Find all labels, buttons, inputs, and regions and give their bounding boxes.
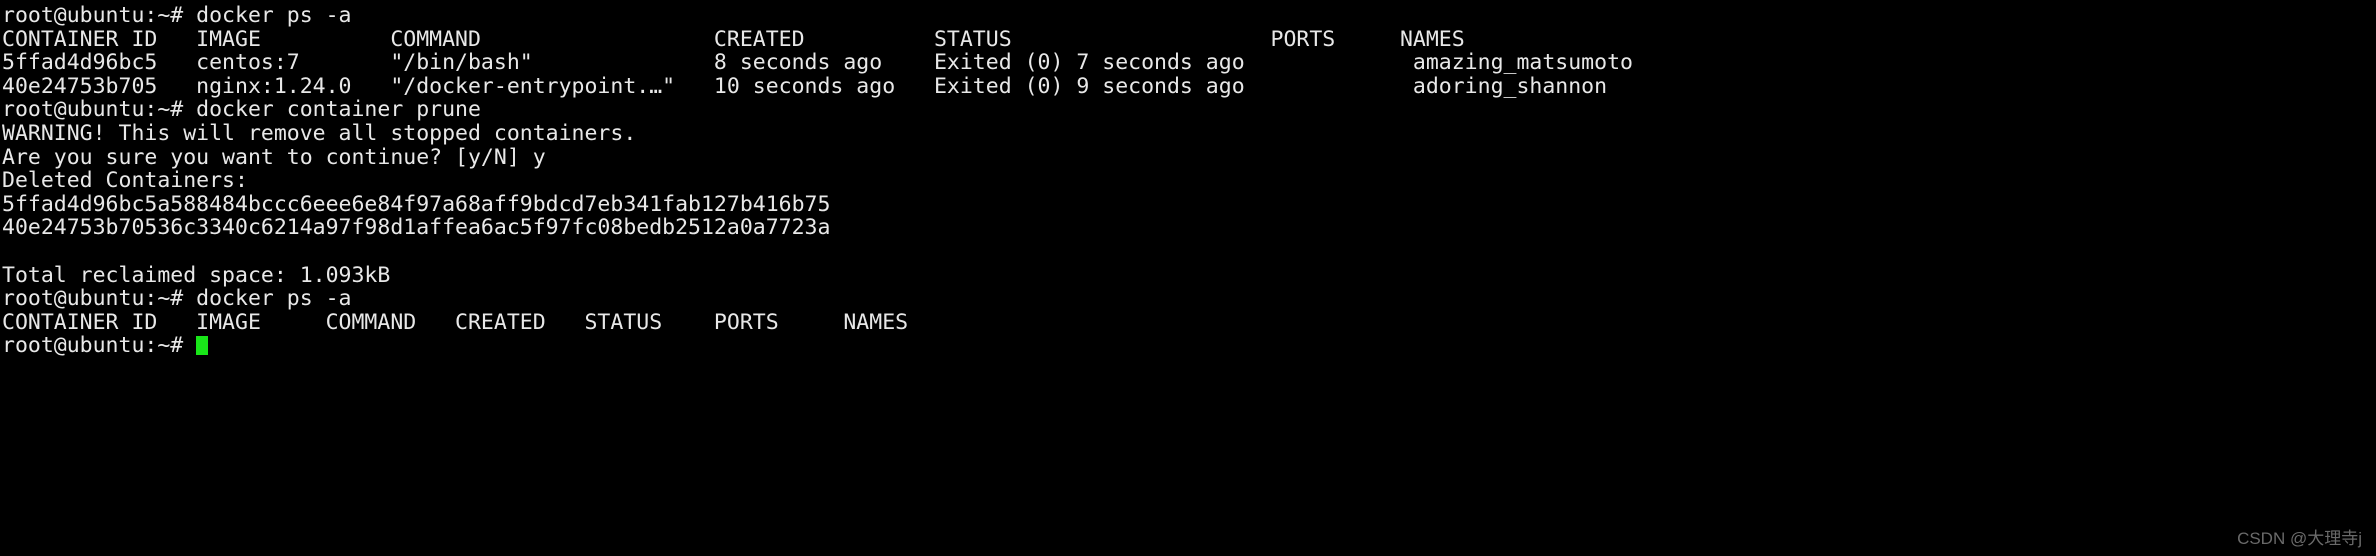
terminal-line-ps-header-1: CONTAINER ID IMAGE COMMAND CREATED STATU… — [2, 26, 1465, 52]
terminal-line-prune-confirm: Are you sure you want to continue? [y/N]… — [2, 144, 546, 170]
terminal-line-ps-row-centos: 5ffad4d96bc5 centos:7 "/bin/bash" 8 seco… — [2, 50, 1633, 76]
watermark: CSDN @大理寺j — [2237, 529, 2362, 548]
terminal-line-deleted-id-2: 40e24753b70536c3340c6214a97f98d1affea6ac… — [2, 215, 831, 241]
text-cursor — [196, 336, 209, 356]
terminal-line-prune-warning: WARNING! This will remove all stopped co… — [2, 120, 637, 146]
terminal-line-command-ps-1: root@ubuntu:~# docker ps -a — [2, 3, 352, 28]
prompt-text: root@ubuntu:~# — [2, 333, 197, 359]
terminal-line-deleted-header: Deleted Containers: — [2, 168, 248, 194]
terminal-line-deleted-id-1: 5ffad4d96bc5a588484bccc6eee6e84f97a68aff… — [2, 191, 831, 217]
terminal-line-ps-header-2: CONTAINER ID IMAGE COMMAND CREATED STATU… — [2, 309, 909, 335]
terminal-line-command-ps-2: root@ubuntu:~# docker ps -a — [2, 286, 352, 312]
terminal-line-active-prompt[interactable]: root@ubuntu:~# — [2, 334, 2376, 358]
terminal-line-reclaimed-space: Total reclaimed space: 1.093kB — [2, 262, 391, 288]
terminal-line-ps-row-nginx: 40e24753b705 nginx:1.24.0 "/docker-entry… — [2, 73, 1608, 99]
terminal-window[interactable]: root@ubuntu:~# docker ps -a CONTAINER ID… — [0, 0, 2376, 556]
terminal-line-command-prune: root@ubuntu:~# docker container prune — [2, 97, 481, 123]
